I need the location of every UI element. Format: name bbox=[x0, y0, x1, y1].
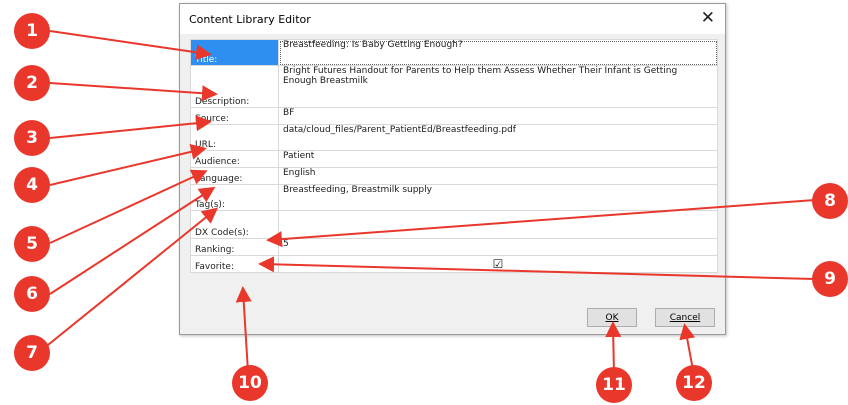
arrow-2 bbox=[49, 82, 218, 102]
arrow-4 bbox=[49, 143, 207, 186]
callout-badge: 5 bbox=[14, 226, 50, 262]
callout-badge: 8 bbox=[812, 183, 848, 219]
callout-badge: 11 bbox=[596, 367, 632, 403]
callout-badge: 6 bbox=[14, 276, 50, 312]
callout-badge: 3 bbox=[14, 120, 50, 156]
arrow-8 bbox=[266, 199, 816, 248]
arrow-9 bbox=[258, 256, 815, 280]
callout-badge: 2 bbox=[14, 65, 50, 101]
arrow-12 bbox=[679, 323, 696, 371]
arrow-7 bbox=[37, 207, 219, 354]
arrow-1 bbox=[49, 30, 212, 61]
callout-badge: 4 bbox=[14, 167, 50, 203]
annotation-arrows bbox=[37, 30, 816, 375]
arrow-5 bbox=[49, 169, 208, 244]
arrow-3 bbox=[49, 115, 212, 139]
callout-badge: 12 bbox=[676, 365, 712, 401]
callout-badge: 7 bbox=[14, 335, 50, 371]
callout-badge: 9 bbox=[812, 261, 848, 297]
callout-badge: 1 bbox=[14, 13, 50, 49]
callout-badge: 10 bbox=[232, 365, 268, 401]
arrow-10 bbox=[235, 286, 252, 373]
